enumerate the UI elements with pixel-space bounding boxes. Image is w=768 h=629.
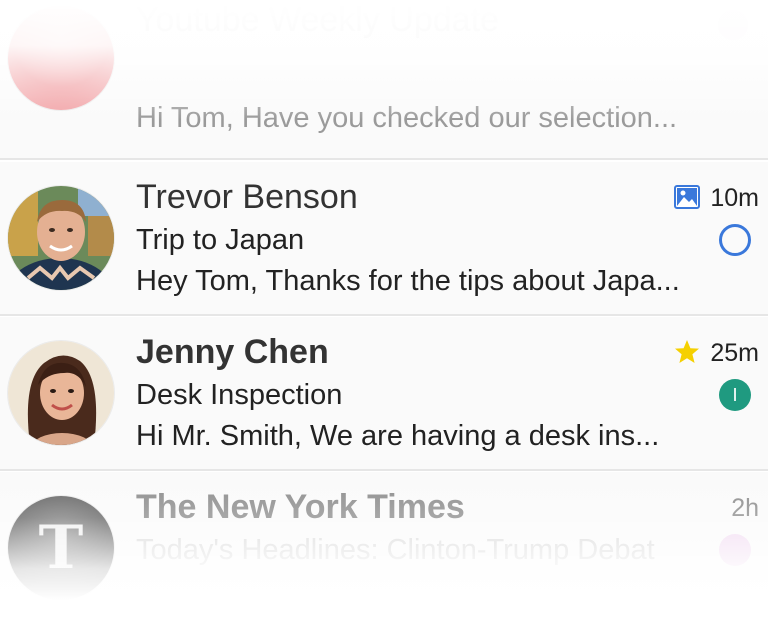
- nyt-logo-icon: T: [8, 496, 114, 600]
- status-dot-icon: [719, 534, 751, 566]
- pink-avatar-icon: [8, 6, 114, 110]
- email-sender: The New York Times: [136, 488, 465, 526]
- status-dot-icon: [718, 10, 748, 40]
- jenny-photo: [8, 341, 114, 445]
- trevor-photo: [8, 186, 114, 290]
- email-row-youtube[interactable]: Youtube Weekly Update Hi Tom, Have you c…: [0, 1, 768, 160]
- email-row-trevor-benson[interactable]: Trevor Benson Trip to Japan Hey Tom, Tha…: [0, 162, 768, 316]
- avatar: [8, 341, 114, 445]
- label-badge[interactable]: I: [719, 379, 751, 411]
- avatar: [8, 186, 114, 290]
- inbox-screen: Youtube Weekly Update Hi Tom, Have you c…: [0, 0, 768, 629]
- email-subject: Today's Headlines: Clinton-Trump Debat: [136, 534, 655, 566]
- star-icon[interactable]: [674, 339, 700, 365]
- email-row-nyt[interactable]: T The New York Times Today's Headlines: …: [0, 472, 768, 626]
- svg-text:T: T: [39, 513, 84, 583]
- email-time: 25m: [710, 339, 759, 367]
- email-subject: Trip to Japan: [136, 224, 305, 256]
- email-subject: Desk Inspection: [136, 379, 343, 411]
- email-sender: Trevor Benson: [136, 178, 358, 216]
- unread-circle-icon[interactable]: [719, 224, 751, 256]
- email-preview: Hey Tom, Thanks for the tips about Japa.…: [136, 265, 680, 297]
- email-list[interactable]: Youtube Weekly Update Hi Tom, Have you c…: [0, 0, 768, 629]
- email-preview: Hi Tom, Have you checked our selection..…: [136, 102, 678, 134]
- email-sender: Jenny Chen: [136, 333, 329, 371]
- email-time: 10m: [710, 184, 759, 212]
- email-row-jenny-chen[interactable]: Jenny Chen Desk Inspection Hi Mr. Smith,…: [0, 317, 768, 471]
- email-preview: Hi Mr. Smith, We are having a desk ins..…: [136, 420, 660, 452]
- image-attachment-icon: [674, 184, 700, 210]
- email-time: 2h: [731, 494, 759, 522]
- email-sender: Youtube Weekly Update: [136, 1, 499, 39]
